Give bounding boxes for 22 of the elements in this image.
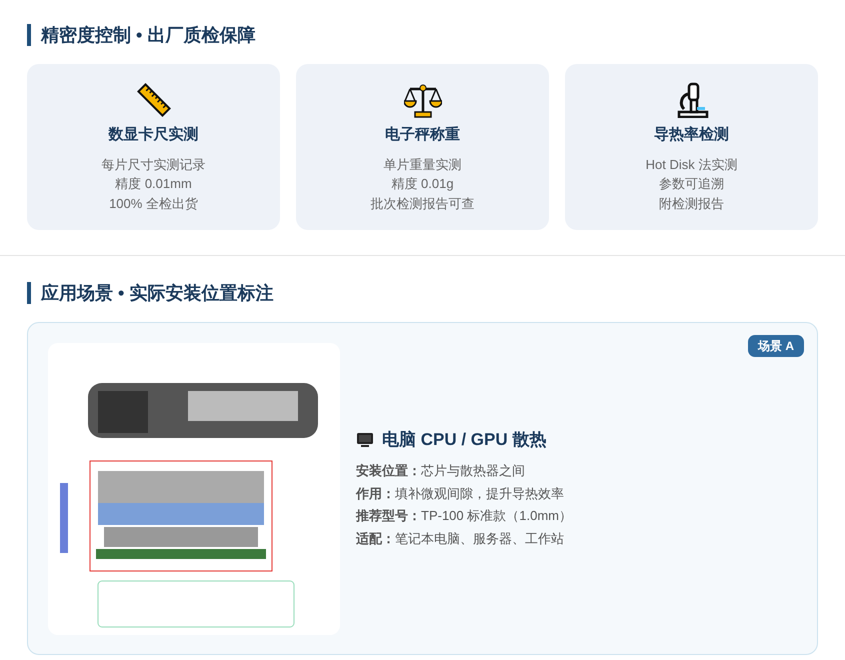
spec-line: 作用：填补微观间隙，提升导热效率 <box>356 484 565 503</box>
card-title: 电子秤称重 <box>385 125 460 145</box>
card-title: 导热率检测 <box>654 125 729 145</box>
spec-line: 推荐型号：TP-100 标准款（1.0mm） <box>356 507 572 526</box>
card-text: Hot Disk 法实测 <box>646 156 738 174</box>
monitor-icon <box>356 432 374 448</box>
scenario-badge: 场景 A <box>748 335 804 357</box>
card-text: 批次检测报告可查 <box>370 194 474 212</box>
section-heading: 精密度控制 • 出厂质检保障 <box>27 24 818 46</box>
card-text: 附检测报告 <box>659 194 724 212</box>
spec-line: 安装位置：芯片与散热器之间 <box>356 462 526 480</box>
card-text: 100% 全检出货 <box>109 194 198 212</box>
spec-line: 适配：笔记本电脑、服务器、工作站 <box>356 530 565 548</box>
balance-scale-icon <box>404 82 442 118</box>
card-text: 单片重量实测 <box>384 156 462 174</box>
card-text: 参数可追溯 <box>659 175 724 193</box>
section-heading: 应用场景 • 实际安装位置标注 <box>27 282 818 304</box>
card-text: 精度 0.01g <box>391 175 454 193</box>
card-text: 每片尺寸实测记录 <box>102 156 206 174</box>
card-text: 精度 0.01mm <box>115 175 192 193</box>
card-title: 数显卡尺实测 <box>108 125 198 145</box>
scenario-title: 电脑 CPU / GPU 散热 <box>382 428 546 451</box>
